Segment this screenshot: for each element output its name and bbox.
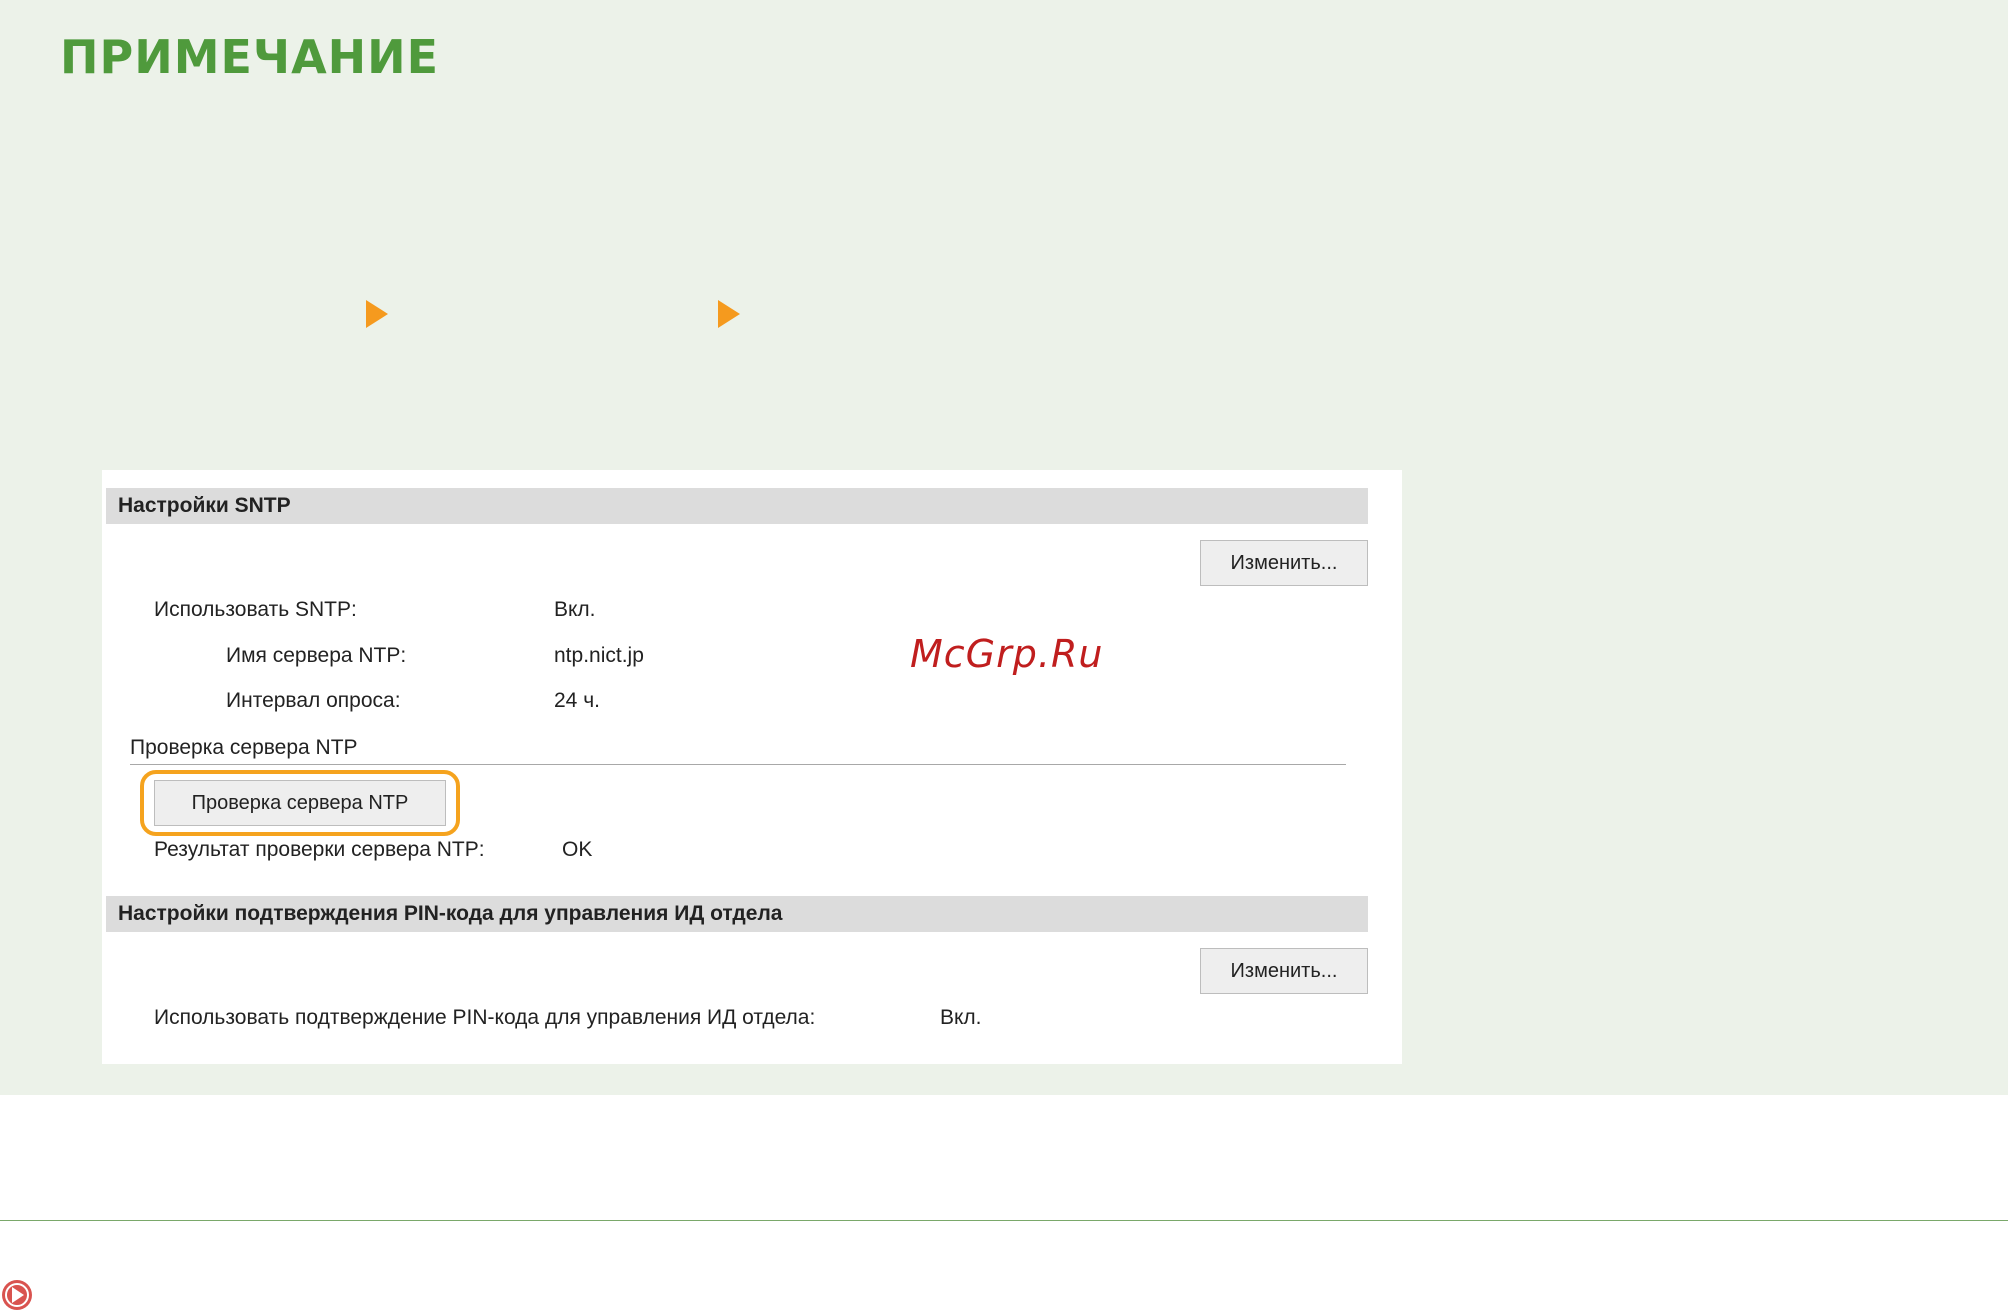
use-sntp-label: Использовать SNTP: [154, 598, 357, 621]
ntp-server-name-label: Имя сервера NTP: [226, 644, 407, 667]
sntp-section-header: Настройки SNTP [106, 488, 1368, 524]
note-area: ПРИМЕЧАНИЕ Настройки SNTP Изменить... Ис… [0, 0, 2008, 1095]
ntp-check-divider [130, 764, 1346, 765]
ntp-check-result-label: Результат проверки сервера NTP: [154, 838, 485, 861]
polling-interval-value: 24 ч. [554, 689, 600, 712]
pin-edit-button[interactable]: Изменить... [1200, 948, 1368, 994]
use-pin-label: Использовать подтверждение PIN-кода для … [154, 1006, 816, 1029]
note-title: ПРИМЕЧАНИЕ [60, 30, 440, 84]
play-circle-icon[interactable] [2, 1280, 32, 1310]
ntp-server-name-value: ntp.nict.jp [554, 644, 644, 667]
polling-interval-label: Интервал опроса: [226, 689, 401, 712]
ntp-check-button[interactable]: Проверка сервера NTP [154, 780, 446, 826]
pin-section-header: Настройки подтверждения PIN-кода для упр… [106, 896, 1368, 932]
settings-panel: Настройки SNTP Изменить... Использовать … [102, 470, 1402, 1064]
footer-divider [0, 1220, 2008, 1221]
use-pin-value: Вкл. [940, 1006, 982, 1029]
use-sntp-value: Вкл. [554, 598, 596, 621]
watermark: McGrp.Ru [910, 632, 1104, 676]
arrow-right-icon [366, 300, 388, 328]
ntp-check-subheading: Проверка сервера NTP [130, 736, 358, 759]
ntp-check-result-value: OK [562, 838, 593, 861]
sntp-edit-button[interactable]: Изменить... [1200, 540, 1368, 586]
arrow-right-icon [718, 300, 740, 328]
